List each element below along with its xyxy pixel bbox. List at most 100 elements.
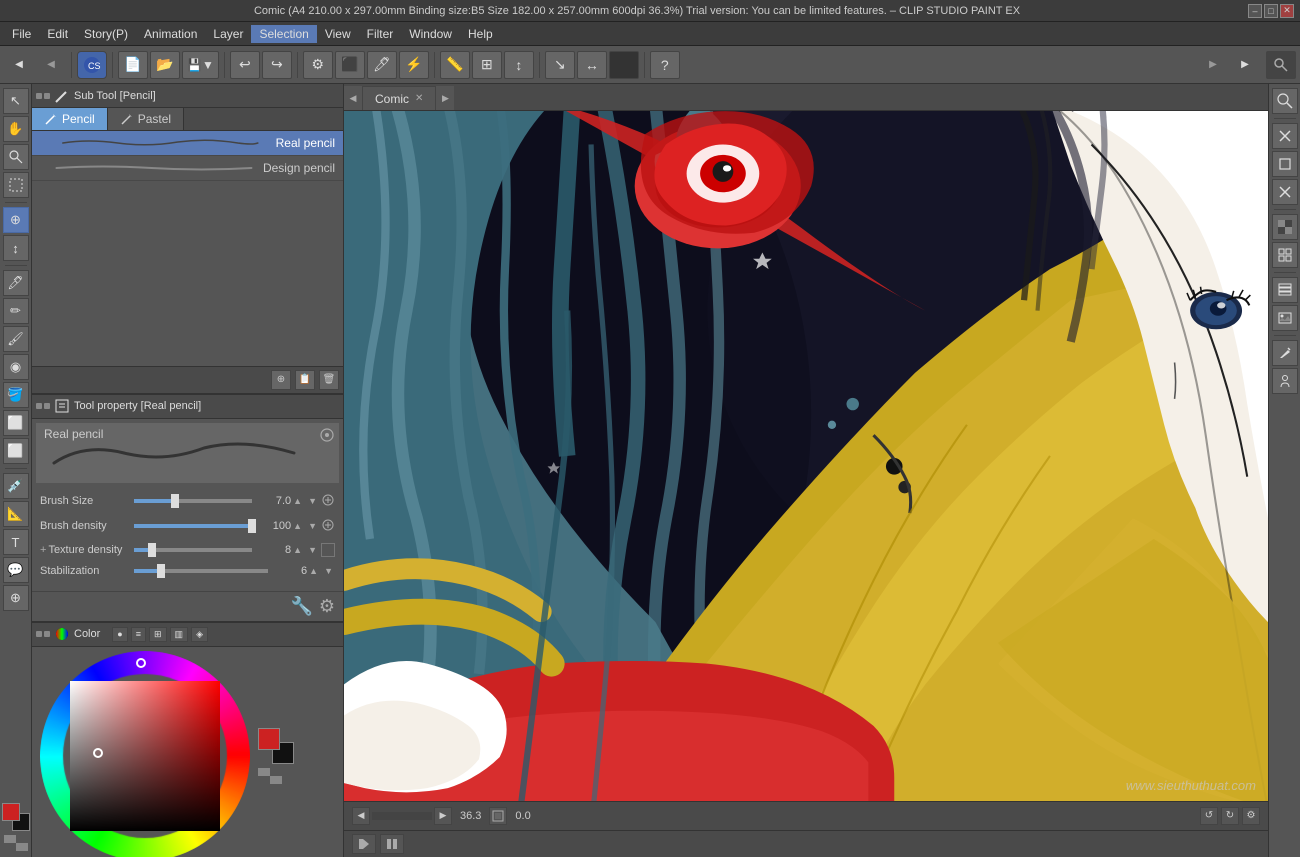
fg-swatch[interactable]: [258, 728, 280, 750]
toolbar-left-nav[interactable]: ◀: [4, 51, 34, 79]
right-tool-rect[interactable]: [1272, 151, 1298, 177]
right-tool-layers[interactable]: [1272, 277, 1298, 303]
settings-btn-canvas[interactable]: ⚙: [1242, 807, 1260, 825]
gear-icon[interactable]: ⚙: [319, 596, 335, 617]
texture-down[interactable]: ▼: [306, 545, 319, 555]
grid-btn[interactable]: ⊞: [472, 51, 502, 79]
brush-size-down[interactable]: ▼: [306, 496, 319, 506]
tool-bucket[interactable]: 🪣: [3, 382, 29, 408]
texture-density-slider[interactable]: [134, 548, 252, 552]
tab-close-btn[interactable]: ✕: [415, 93, 423, 104]
tool-move[interactable]: ⊕: [3, 207, 29, 233]
minimize-button[interactable]: –: [1248, 4, 1262, 18]
empty-btn[interactable]: [609, 51, 639, 79]
timeline-play-btn[interactable]: [380, 834, 404, 854]
menu-help[interactable]: Help: [460, 25, 501, 43]
menu-story[interactable]: Story(P): [76, 25, 136, 43]
color-tab-icon3[interactable]: ⊞: [149, 627, 167, 642]
fg-color-swatch[interactable]: [2, 803, 20, 821]
tool-hand[interactable]: ✋: [3, 116, 29, 142]
preview-settings-icon[interactable]: [319, 427, 335, 446]
brush-design-pencil[interactable]: Design pencil: [32, 156, 343, 181]
scroll-left-btn[interactable]: ◀: [352, 807, 370, 825]
brush-size-slider[interactable]: [134, 499, 252, 503]
color-wheel-container[interactable]: [40, 651, 250, 857]
right-tool-character[interactable]: [1272, 368, 1298, 394]
tool-arrow[interactable]: ↖: [3, 88, 29, 114]
brush-delete-btn[interactable]: 🗑: [319, 370, 339, 390]
tool-line[interactable]: 📐: [3, 501, 29, 527]
open-file-btn[interactable]: 📂: [150, 51, 180, 79]
canvas-container[interactable]: www.sieuthuthuat.com: [344, 111, 1268, 801]
rotate-cw-btn[interactable]: ↻: [1221, 807, 1239, 825]
magic-wand-btn[interactable]: ⚡: [399, 51, 429, 79]
save-dropdown[interactable]: 💾▼: [182, 51, 219, 79]
menu-file[interactable]: File: [4, 25, 39, 43]
wrench-icon[interactable]: 🔧: [290, 596, 312, 617]
timeline-prev-btn[interactable]: [352, 834, 376, 854]
close-button[interactable]: ✕: [1280, 4, 1294, 18]
color-tab-icon1[interactable]: ●: [112, 627, 127, 642]
right-tool-x2[interactable]: [1272, 179, 1298, 205]
rotate-btn[interactable]: ↘: [545, 51, 575, 79]
tool-pen[interactable]: 🖊: [3, 270, 29, 296]
color-square[interactable]: [70, 681, 220, 831]
tab-comic[interactable]: Comic ✕: [362, 86, 436, 110]
navigator-search-btn[interactable]: [1266, 51, 1296, 79]
tool-select[interactable]: [3, 172, 29, 198]
tab-pencil[interactable]: Pencil: [32, 108, 108, 130]
brush-add-btn[interactable]: ⊕: [271, 370, 291, 390]
menu-filter[interactable]: Filter: [359, 25, 402, 43]
brush-size-up[interactable]: ▲: [291, 496, 304, 506]
color-tab-icon2[interactable]: ≡: [131, 627, 146, 642]
stabilization-up[interactable]: ▲: [307, 566, 320, 576]
undo-btn[interactable]: ↩: [230, 51, 260, 79]
toolbar-left-nav2[interactable]: ◀: [36, 51, 66, 79]
tool-zoom[interactable]: [3, 144, 29, 170]
toolbar-right-nav2[interactable]: ▶: [1230, 51, 1260, 79]
redo-btn[interactable]: ↪: [262, 51, 292, 79]
tab-nav-left[interactable]: ◀: [344, 86, 362, 110]
guide-btn[interactable]: ↕: [504, 51, 534, 79]
maximize-button[interactable]: □: [1264, 4, 1278, 18]
tool-frame[interactable]: ⊕: [3, 585, 29, 611]
stabilization-down[interactable]: ▼: [322, 566, 335, 576]
scroll-bar[interactable]: [372, 812, 432, 820]
right-tool-x[interactable]: [1272, 123, 1298, 149]
tool-text[interactable]: T: [3, 529, 29, 555]
brush-real-pencil[interactable]: Real pencil: [32, 131, 343, 156]
rotate-ccw-btn[interactable]: ↺: [1200, 807, 1218, 825]
zoom-fit-btn[interactable]: [489, 807, 507, 825]
flip-btn[interactable]: ↔: [577, 51, 607, 79]
menu-layer[interactable]: Layer: [205, 25, 251, 43]
tool-balloon[interactable]: 💬: [3, 557, 29, 583]
right-tool-image[interactable]: [1272, 305, 1298, 331]
toolbar-right-nav[interactable]: ▶: [1198, 51, 1228, 79]
texture-expand-icon[interactable]: +: [40, 544, 46, 556]
clip-studio-btn[interactable]: CS: [77, 51, 107, 79]
menu-selection[interactable]: Selection: [251, 25, 316, 43]
select-btn[interactable]: ⬛: [335, 51, 365, 79]
tab-pastel[interactable]: Pastel: [108, 108, 184, 130]
color-tab-icon4[interactable]: ▥: [170, 627, 189, 642]
tool-eyedropper[interactable]: 💉: [3, 473, 29, 499]
right-tool-checker[interactable]: [1272, 214, 1298, 240]
color-tab-icon5[interactable]: ◈: [191, 627, 208, 642]
brush-density-down[interactable]: ▼: [306, 521, 319, 531]
tool-pencil[interactable]: ✏: [3, 298, 29, 324]
tool-gradient[interactable]: ⬜: [3, 410, 29, 436]
texture-up[interactable]: ▲: [291, 545, 304, 555]
lasso-btn[interactable]: 🖊: [367, 51, 397, 79]
brush-density-up[interactable]: ▲: [291, 521, 304, 531]
transform-btn[interactable]: ⚙: [303, 51, 333, 79]
new-file-btn[interactable]: 📄: [118, 51, 148, 79]
menu-edit[interactable]: Edit: [39, 25, 76, 43]
right-tool-pen[interactable]: [1272, 340, 1298, 366]
scroll-right-btn[interactable]: ▶: [434, 807, 452, 825]
tab-nav-right[interactable]: ▶: [436, 86, 454, 110]
tool-eraser[interactable]: ◉: [3, 354, 29, 380]
right-navigator-btn[interactable]: [1272, 88, 1298, 114]
tool-brush[interactable]: 🖌: [3, 326, 29, 352]
brush-density-slider[interactable]: [134, 524, 252, 528]
tool-transform[interactable]: ↕: [3, 235, 29, 261]
